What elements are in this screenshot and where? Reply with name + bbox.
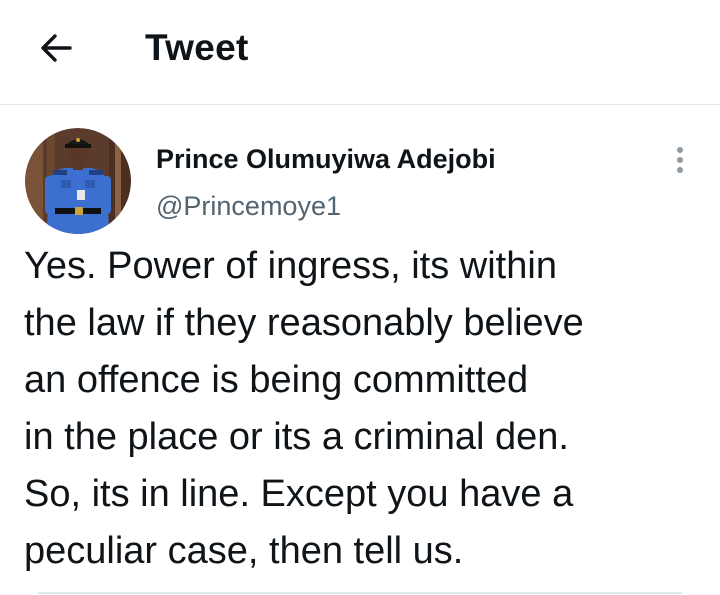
top-app-bar: Tweet: [0, 0, 720, 105]
tweet-text-line: So, its in line. Except you have a: [24, 473, 574, 515]
tweet-text-line: in the place or its a criminal den.: [24, 416, 569, 458]
tweet-text-line: the law if they reasonably believe: [24, 302, 584, 344]
divider: [38, 592, 682, 594]
arrow-left-icon: [36, 28, 76, 73]
author-handle[interactable]: @Princemoye1: [156, 191, 341, 222]
tweet-body: Yes. Power of ingress, its within the la…: [24, 238, 708, 580]
back-button[interactable]: [30, 26, 82, 74]
more-options-button[interactable]: [664, 140, 696, 184]
tweet-text-line: Yes. Power of ingress, its within: [24, 245, 557, 287]
avatar[interactable]: [25, 128, 131, 234]
tweet-text-line: peculiar case, then tell us.: [24, 530, 464, 572]
author-name[interactable]: Prince Olumuyiwa Adejobi: [156, 144, 496, 175]
page-title: Tweet: [145, 27, 249, 68]
tweet-text-line: an offence is being committed: [24, 359, 529, 401]
more-vertical-icon: [675, 145, 685, 180]
